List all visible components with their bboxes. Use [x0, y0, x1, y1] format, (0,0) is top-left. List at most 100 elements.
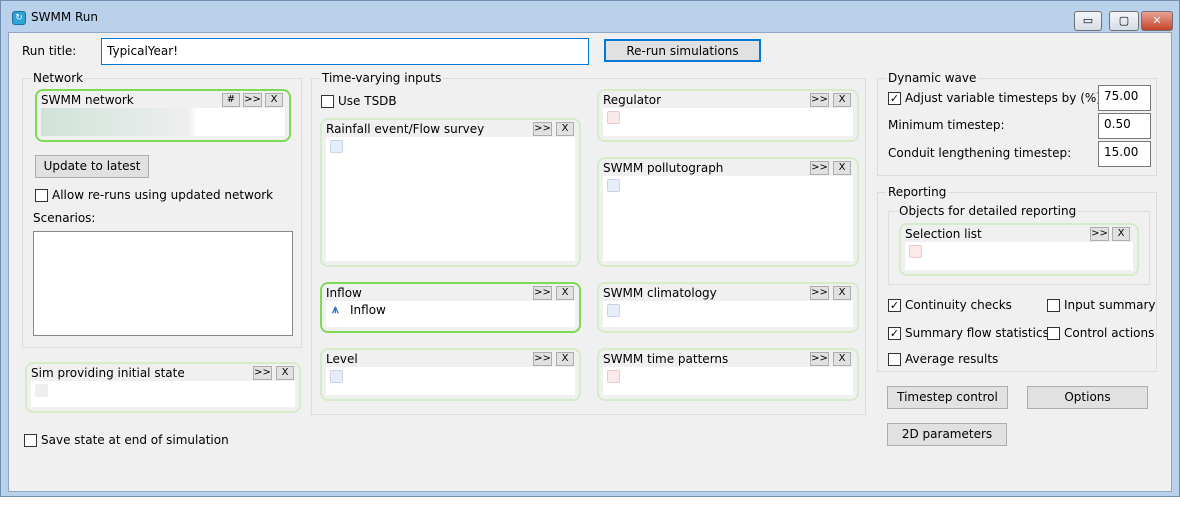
rainfall-icon [330, 140, 343, 153]
panel-body[interactable] [326, 137, 575, 261]
browse-button[interactable]: >> [1090, 227, 1109, 241]
panel-title: SWMM time patterns [603, 352, 729, 366]
regulator-panel[interactable]: Regulator >> X [597, 89, 859, 142]
browse-button[interactable]: >> [243, 93, 262, 107]
summary-flow-checkbox[interactable]: ✓ Summary flow statistics [888, 326, 1049, 340]
panel-title: Level [326, 352, 358, 366]
adjust-timesteps-checkbox[interactable]: ✓ Adjust variable timesteps by (%): [888, 91, 1105, 105]
clear-button[interactable]: X [556, 286, 574, 300]
reporting-label: Reporting [886, 185, 949, 199]
checkbox-box[interactable] [321, 94, 334, 108]
average-results-checkbox[interactable]: Average results [888, 352, 998, 366]
browse-button[interactable]: >> [810, 161, 829, 175]
browse-button[interactable]: >> [533, 122, 552, 136]
checkbox-box[interactable]: ✓ [888, 91, 901, 105]
use-tsdb-checkbox[interactable]: Use TSDB [321, 94, 397, 108]
selection-list-panel[interactable]: Selection list >> X [899, 223, 1139, 276]
inflow-item[interactable]: Inflow [350, 303, 386, 317]
conduit-timestep-label: Conduit lengthening timestep: [888, 146, 1072, 160]
rainfall-panel[interactable]: Rainfall event/Flow survey >> X [320, 118, 581, 267]
panel-body[interactable] [905, 242, 1133, 270]
inflow-panel[interactable]: Inflow >> X ⩚ Inflow [320, 282, 581, 333]
checkbox-box[interactable] [35, 188, 48, 202]
input-summary-checkbox[interactable]: Input summary [1047, 298, 1156, 312]
checkbox-box[interactable] [1047, 326, 1060, 340]
app-icon: ↻ [12, 11, 26, 25]
continuity-checks-checkbox[interactable]: ✓ Continuity checks [888, 298, 1012, 312]
dynamic-wave-label: Dynamic wave [886, 71, 979, 85]
checkbox-label: Save state at end of simulation [41, 433, 229, 447]
clear-button[interactable]: X [556, 122, 574, 136]
hash-button[interactable]: # [222, 93, 240, 107]
initial-state-panel[interactable]: Sim providing initial state >> X [25, 362, 301, 413]
clear-button[interactable]: X [1112, 227, 1130, 241]
checkbox-label: Average results [905, 352, 999, 366]
panel-body[interactable] [31, 381, 295, 407]
selection-icon [909, 245, 922, 258]
run-title-input[interactable]: TypicalYear! [101, 38, 589, 65]
climatology-panel[interactable]: SWMM climatology >> X [597, 282, 859, 333]
browse-button[interactable]: >> [533, 286, 552, 300]
adjust-timesteps-input[interactable]: 75.00 [1098, 85, 1151, 111]
regulator-icon [607, 111, 620, 124]
checkbox-box[interactable] [888, 352, 901, 366]
checkbox-box[interactable] [1047, 298, 1060, 312]
clear-button[interactable]: X [276, 366, 294, 380]
rerun-simulations-button[interactable]: Re-run simulations [604, 39, 761, 62]
checkbox-label: Continuity checks [905, 298, 1012, 312]
browse-button[interactable]: >> [253, 366, 272, 380]
panel-title: Sim providing initial state [31, 366, 185, 380]
timestep-control-button[interactable]: Timestep control [887, 386, 1008, 409]
minimize-button[interactable]: ▭ [1074, 11, 1102, 31]
clear-button[interactable]: X [833, 352, 851, 366]
conduit-timestep-input[interactable]: 15.00 [1098, 141, 1151, 167]
checkbox-box[interactable]: ✓ [888, 326, 901, 340]
level-panel[interactable]: Level >> X [320, 348, 581, 401]
control-actions-checkbox[interactable]: Control actions [1047, 326, 1154, 340]
time-patterns-icon [607, 370, 620, 383]
panel-title: Selection list [905, 227, 982, 241]
panel-body[interactable] [603, 301, 853, 327]
clear-button[interactable]: X [265, 93, 283, 107]
allow-reruns-checkbox[interactable]: Allow re-runs using updated network [35, 188, 273, 202]
panel-body[interactable] [326, 367, 575, 395]
clear-button[interactable]: X [833, 161, 851, 175]
time-varying-label: Time-varying inputs [320, 71, 444, 85]
panel-title: SWMM pollutograph [603, 161, 724, 175]
options-button[interactable]: Options [1027, 386, 1148, 409]
network-item[interactable] [41, 108, 285, 136]
run-title-label: Run title: [22, 44, 77, 58]
panel-title: SWMM climatology [603, 286, 717, 300]
browse-button[interactable]: >> [810, 352, 829, 366]
save-state-checkbox[interactable]: Save state at end of simulation [24, 433, 229, 447]
checkbox-box[interactable]: ✓ [888, 298, 901, 312]
panel-title: SWMM network [41, 93, 134, 107]
browse-button[interactable]: >> [810, 286, 829, 300]
close-button[interactable]: ✕ [1141, 11, 1173, 31]
level-icon [330, 370, 343, 383]
min-timestep-input[interactable]: 0.50 [1098, 113, 1151, 139]
swmm-network-panel[interactable]: SWMM network # >> X [35, 89, 291, 142]
checkbox-label: Use TSDB [338, 94, 397, 108]
panel-body[interactable] [603, 367, 853, 395]
checkbox-label: Summary flow statistics [905, 326, 1049, 340]
clear-button[interactable]: X [833, 93, 851, 107]
checkbox-label: Adjust variable timesteps by (%): [905, 91, 1106, 105]
panel-body[interactable] [603, 176, 853, 261]
update-to-latest-button[interactable]: Update to latest [35, 155, 149, 178]
scenarios-list[interactable] [33, 231, 293, 336]
browse-button[interactable]: >> [810, 93, 829, 107]
clear-button[interactable]: X [833, 286, 851, 300]
checkbox-box[interactable] [24, 433, 37, 447]
browse-button[interactable]: >> [533, 352, 552, 366]
maximize-button[interactable]: ▢ [1109, 11, 1139, 31]
2d-parameters-button[interactable]: 2D parameters [887, 423, 1007, 446]
pollutograph-panel[interactable]: SWMM pollutograph >> X [597, 157, 859, 267]
time-patterns-panel[interactable]: SWMM time patterns >> X [597, 348, 859, 401]
checkbox-label: Allow re-runs using updated network [52, 188, 274, 202]
objects-label: Objects for detailed reporting [897, 204, 1079, 218]
clear-button[interactable]: X [556, 352, 574, 366]
panel-body[interactable]: ⩚ Inflow [326, 301, 575, 327]
panel-title: Inflow [326, 286, 362, 300]
panel-body[interactable] [603, 108, 853, 136]
